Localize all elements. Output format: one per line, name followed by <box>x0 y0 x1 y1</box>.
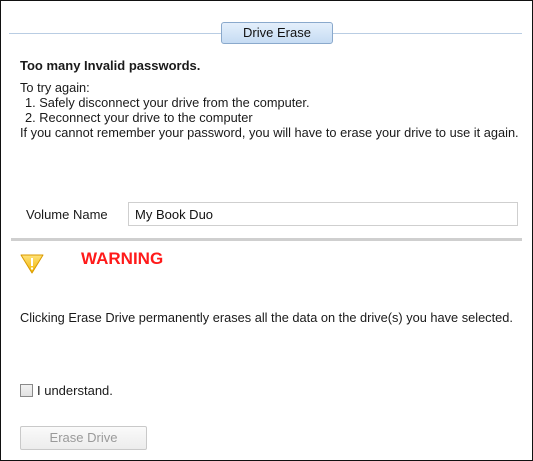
instructions-block: To try again: 1. Safely disconnect your … <box>20 80 520 140</box>
understand-checkbox[interactable] <box>20 384 33 397</box>
erase-drive-button[interactable]: Erase Drive <box>20 426 147 450</box>
error-heading: Too many Invalid passwords. <box>20 58 201 73</box>
warning-triangle-icon <box>20 254 44 274</box>
instructions-step-2: 2. Reconnect your drive to the computer <box>25 110 253 125</box>
volume-name-row: Volume Name <box>26 202 520 226</box>
instructions-step-1: 1. Safely disconnect your drive from the… <box>25 95 310 110</box>
tab-drive-erase[interactable]: Drive Erase <box>221 22 333 44</box>
dialog-frame: Drive Erase Too many Invalid passwords. … <box>0 0 533 461</box>
instructions-note: If you cannot remember your password, yo… <box>20 125 519 140</box>
understand-label[interactable]: I understand. <box>37 383 113 398</box>
volume-name-field[interactable] <box>128 202 518 226</box>
warning-text: Clicking Erase Drive permanently erases … <box>20 310 513 325</box>
instructions-intro: To try again: <box>20 80 90 95</box>
warning-title: WARNING <box>81 249 164 268</box>
volume-name-label: Volume Name <box>26 207 108 222</box>
section-divider <box>11 238 522 241</box>
